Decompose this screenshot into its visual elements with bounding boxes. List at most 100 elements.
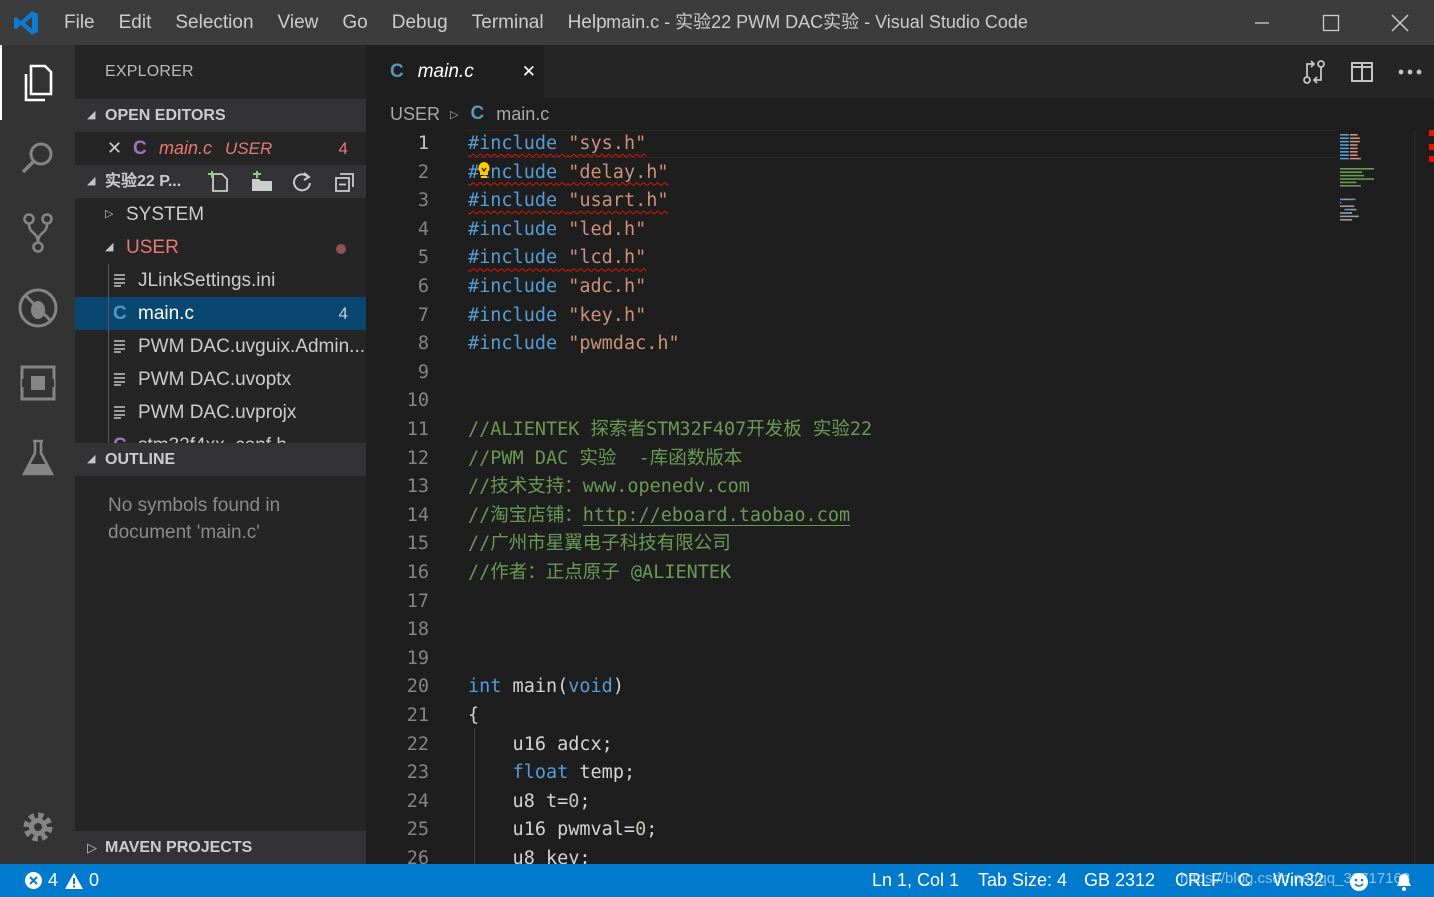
menu-item-file[interactable]: File bbox=[52, 0, 107, 45]
minimize-button[interactable] bbox=[1227, 0, 1296, 45]
tree-file[interactable]: JLinkSettings.ini bbox=[75, 264, 366, 297]
code-token: u16 pwmval= bbox=[468, 819, 636, 841]
code-token: u16 adcx; bbox=[468, 733, 613, 755]
minimap-stroke bbox=[1347, 178, 1375, 180]
warning-count: 0 bbox=[89, 870, 100, 890]
close-editor-icon[interactable]: ✕ bbox=[107, 132, 122, 165]
more-actions-button[interactable] bbox=[1386, 45, 1434, 98]
tree-item-label: JLinkSettings.ini bbox=[138, 270, 276, 291]
breadcrumb-folder[interactable]: USER bbox=[390, 104, 440, 125]
menu-item-go[interactable]: Go bbox=[330, 0, 379, 45]
minimap-stroke bbox=[1356, 215, 1358, 218]
menu-item-selection[interactable]: Selection bbox=[163, 0, 265, 45]
open-editor-item[interactable]: ✕ C main.c USER 4 bbox=[75, 132, 366, 165]
minimap-stroke bbox=[1340, 174, 1365, 177]
minimap[interactable] bbox=[1336, 130, 1416, 864]
code-text: int main(void) bbox=[468, 673, 624, 702]
tree-file[interactable]: Cmain.c 4 bbox=[75, 297, 366, 330]
maximize-button[interactable] bbox=[1296, 0, 1365, 45]
line-number: 12 bbox=[406, 447, 429, 469]
line-number: 16 bbox=[406, 562, 429, 583]
tree-folder[interactable]: ◢ USER bbox=[75, 231, 366, 264]
code-token: "sys.h" bbox=[568, 133, 647, 154]
error-count: 4 bbox=[48, 870, 59, 890]
tree-item-label: stm32f4xx_conf.h bbox=[138, 429, 287, 443]
menu-item-debug[interactable]: Debug bbox=[380, 0, 460, 45]
feedback-icon[interactable] bbox=[1349, 870, 1369, 897]
chevron-down-icon: ◢ bbox=[87, 109, 96, 121]
vertical-scrollbar[interactable] bbox=[1414, 130, 1434, 864]
code-line: 25 u16 pwmval=0; bbox=[366, 816, 1336, 845]
encoding[interactable]: GB 2312 bbox=[1084, 864, 1155, 897]
code-link[interactable]: http://eboard.taobao.com bbox=[583, 505, 850, 526]
tree-item-label: USER bbox=[126, 237, 179, 258]
tab-main-c[interactable]: C main.c ✕ bbox=[366, 45, 544, 98]
code-line: 18 bbox=[366, 616, 1336, 645]
cursor-position[interactable]: Ln 1, Col 1 bbox=[872, 864, 959, 897]
code-text: #include "sys.h" bbox=[468, 130, 646, 159]
activity-bar bbox=[0, 45, 75, 864]
source-control-icon[interactable] bbox=[0, 195, 75, 270]
code-text: #include "led.h" bbox=[468, 216, 646, 245]
code-editor[interactable]: 1 #include "sys.h" 2 #include "delay.h" 3 #in… bbox=[366, 130, 1434, 864]
breadcrumb-file[interactable]: main.c bbox=[496, 104, 549, 125]
tree-file[interactable]: PWM DAC.uvguix.Admin... bbox=[75, 330, 366, 363]
menu-item-view[interactable]: View bbox=[266, 0, 331, 45]
code-token: "key.h" bbox=[568, 304, 647, 326]
test-icon[interactable] bbox=[0, 420, 75, 495]
gear-icon[interactable] bbox=[0, 789, 75, 864]
explorer-icon[interactable] bbox=[0, 45, 75, 120]
code-token: "lcd.h" bbox=[568, 247, 647, 269]
line-number: 24 bbox=[406, 790, 429, 812]
lightbulb-icon[interactable] bbox=[477, 161, 491, 184]
code-token: "delay.h" bbox=[568, 161, 669, 183]
code-text: //淘宝店铺：http://eboard.taobao.com bbox=[468, 502, 850, 531]
minimap-stroke bbox=[1340, 178, 1348, 180]
maven-projects-header[interactable]: ▷ MAVEN PROJECTS bbox=[75, 831, 366, 864]
status-bar: 4 0 Ln 1, Col 1 Tab Size: 4 GB 2312 CRLF… bbox=[0, 864, 1434, 897]
tree-folder[interactable]: ▷ SYSTEM bbox=[75, 198, 366, 231]
extensions-icon[interactable] bbox=[0, 345, 75, 420]
menu-item-help[interactable]: Help bbox=[556, 0, 619, 45]
line-number: 20 bbox=[406, 676, 429, 698]
tree-file[interactable]: PWM DAC.uvprojx bbox=[75, 396, 366, 429]
line-number: 18 bbox=[406, 619, 429, 641]
code-line: 3 #include "usart.h" bbox=[366, 187, 1336, 216]
menu-item-edit[interactable]: Edit bbox=[107, 0, 164, 45]
problems-indicator[interactable]: 4 0 bbox=[24, 864, 99, 897]
tab-size[interactable]: Tab Size: 4 bbox=[978, 864, 1067, 897]
error-marker bbox=[1429, 130, 1434, 136]
code-text: #include "key.h" bbox=[468, 302, 646, 331]
minimize-icon bbox=[1254, 21, 1269, 24]
tree-file[interactable]: PWM DAC.uvoptx bbox=[75, 363, 366, 396]
line-number: 21 bbox=[406, 705, 429, 726]
explorer-sidebar: EXPLORER ◢ OPEN EDITORS ✕ C main.c USER … bbox=[75, 45, 366, 864]
indent-guide bbox=[474, 728, 475, 864]
debug-icon[interactable] bbox=[0, 270, 75, 345]
code-token: ) bbox=[612, 676, 624, 698]
code-token: //广州市星翼电子科技有限公司 bbox=[468, 533, 731, 555]
editor-tab-bar: C main.c ✕ bbox=[366, 45, 1434, 98]
compare-changes-button[interactable] bbox=[1290, 45, 1338, 98]
tree-item-label: SYSTEM bbox=[126, 204, 205, 225]
code-line: 13 //技术支持：www.openedv.com bbox=[366, 473, 1336, 502]
close-window-button[interactable] bbox=[1365, 0, 1434, 45]
code-token: int bbox=[468, 676, 502, 698]
code-token: #include bbox=[468, 133, 558, 154]
split-editor-button[interactable] bbox=[1338, 45, 1386, 98]
code-text: #include "pwmdac.h" bbox=[468, 330, 680, 359]
bell-icon[interactable] bbox=[1394, 870, 1414, 897]
code-line: 6 #include "adc.h" bbox=[366, 273, 1336, 302]
close-tab-icon[interactable]: ✕ bbox=[522, 62, 536, 82]
search-icon[interactable] bbox=[0, 120, 75, 195]
minimap-stroke bbox=[1349, 198, 1355, 201]
workspace-header[interactable]: ◢ 实验22 P... bbox=[75, 165, 366, 198]
outline-header[interactable]: ◢ OUTLINE bbox=[75, 443, 366, 476]
minimap-stroke bbox=[1340, 134, 1349, 136]
open-editors-header[interactable]: ◢ OPEN EDITORS bbox=[75, 99, 366, 132]
chevron-down-icon: ◢ bbox=[87, 453, 96, 465]
tree-file[interactable]: Cstm32f4xx_conf.h bbox=[75, 429, 366, 443]
menu-item-terminal[interactable]: Terminal bbox=[460, 0, 556, 45]
